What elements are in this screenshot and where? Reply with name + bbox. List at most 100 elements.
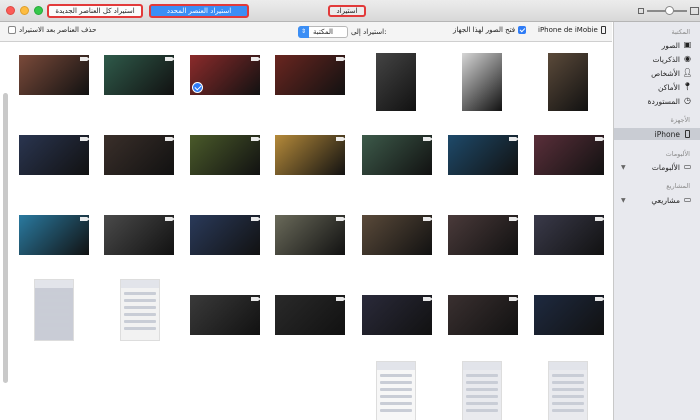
zoom-out-icon bbox=[638, 8, 644, 14]
screenshot-line bbox=[38, 313, 70, 316]
video-thumbnail[interactable] bbox=[104, 215, 174, 255]
delete-after-import-checkbox[interactable] bbox=[8, 26, 16, 34]
video-thumbnail[interactable] bbox=[275, 215, 345, 255]
places-icon: 📍︎ bbox=[682, 82, 693, 91]
screenshot-line bbox=[38, 327, 70, 330]
video-thumbnail[interactable] bbox=[190, 55, 260, 95]
screenshot-thumbnail[interactable] bbox=[376, 361, 416, 420]
sidebar-item-photos[interactable]: الصور ▣ bbox=[614, 39, 700, 51]
video-camera-icon bbox=[251, 137, 260, 141]
video-thumbnail[interactable] bbox=[448, 135, 518, 175]
sidebar-item-memories[interactable]: الذكريات ◉ bbox=[614, 53, 700, 65]
photo-thumbnail[interactable] bbox=[462, 53, 502, 111]
vertical-scrollbar[interactable] bbox=[3, 93, 8, 383]
screenshot-line bbox=[38, 299, 70, 302]
projects-heading: المشاريع bbox=[666, 182, 690, 190]
thumbnail-grid bbox=[0, 43, 612, 420]
video-thumbnail[interactable] bbox=[190, 135, 260, 175]
thumbnail-zoom-slider[interactable] bbox=[638, 6, 699, 15]
video-camera-icon bbox=[165, 57, 174, 61]
sidebar-item-iphone[interactable]: iPhone bbox=[614, 128, 700, 140]
video-thumbnail[interactable] bbox=[104, 55, 174, 95]
video-thumbnail[interactable] bbox=[362, 295, 432, 335]
folder-icon: ▭ bbox=[683, 162, 692, 171]
sidebar-item-label: الذكريات bbox=[652, 54, 680, 64]
import-selected-button[interactable]: استيراد العنصر المحدد bbox=[149, 4, 249, 18]
video-camera-icon bbox=[423, 297, 432, 301]
photo-thumbnail[interactable] bbox=[548, 53, 588, 111]
video-camera-icon bbox=[165, 137, 174, 141]
screenshot-header bbox=[35, 280, 73, 288]
screenshot-line bbox=[124, 320, 156, 323]
screenshot-line bbox=[124, 299, 156, 302]
video-camera-icon bbox=[336, 137, 345, 141]
video-camera-icon bbox=[423, 137, 432, 141]
video-camera-icon bbox=[336, 57, 345, 61]
video-thumbnail[interactable] bbox=[275, 55, 345, 95]
sidebar-item-places[interactable]: الأماكن 📍︎ bbox=[614, 81, 700, 93]
screenshot-line bbox=[466, 395, 498, 398]
albums-heading: الألبومات bbox=[665, 150, 690, 158]
video-thumbnail[interactable] bbox=[534, 215, 604, 255]
video-thumbnail[interactable] bbox=[362, 135, 432, 175]
screenshot-line bbox=[380, 388, 412, 391]
video-thumbnail[interactable] bbox=[448, 215, 518, 255]
video-camera-icon bbox=[509, 217, 518, 221]
sidebar-item-people[interactable]: الأشخاص 👤︎ bbox=[614, 67, 700, 79]
screenshot-line bbox=[380, 374, 412, 377]
video-thumbnail[interactable] bbox=[190, 295, 260, 335]
open-photos-label: فتح الصور لهذا الجهاز bbox=[453, 26, 516, 34]
zoom-slider-knob[interactable] bbox=[665, 6, 674, 15]
delete-after-import-option[interactable]: حذف العناصر بعد الاستيراد bbox=[8, 26, 96, 34]
open-photos-option[interactable]: فتح الصور لهذا الجهاز bbox=[453, 26, 527, 34]
zoom-window-button[interactable] bbox=[34, 6, 43, 15]
window-title: استيراد bbox=[328, 5, 366, 17]
sidebar-item-albums[interactable]: ▼ الألبومات ▭ bbox=[614, 161, 700, 173]
screenshot-line bbox=[552, 388, 584, 391]
library-heading: المكتبة bbox=[671, 28, 690, 36]
close-window-button[interactable] bbox=[6, 6, 15, 15]
screenshot-line bbox=[466, 402, 498, 405]
screenshot-line bbox=[380, 381, 412, 384]
video-thumbnail[interactable] bbox=[190, 215, 260, 255]
video-thumbnail[interactable] bbox=[19, 55, 89, 95]
video-thumbnail[interactable] bbox=[19, 135, 89, 175]
video-thumbnail[interactable] bbox=[104, 135, 174, 175]
screenshot-line bbox=[38, 306, 70, 309]
window-controls bbox=[6, 6, 43, 15]
video-camera-icon bbox=[80, 217, 89, 221]
screenshot-thumbnail[interactable] bbox=[120, 279, 160, 341]
zoom-slider-track[interactable] bbox=[647, 6, 687, 15]
sidebar-item-label: الأماكن bbox=[658, 82, 680, 92]
video-thumbnail[interactable] bbox=[534, 295, 604, 335]
video-thumbnail[interactable] bbox=[19, 215, 89, 255]
zoom-in-icon bbox=[690, 7, 699, 15]
import-destination-select[interactable]: ⇕ المكتبة bbox=[298, 26, 348, 38]
selected-checkmark-icon bbox=[192, 82, 203, 93]
people-icon: 👤︎ bbox=[682, 68, 693, 77]
screenshot-thumbnail[interactable] bbox=[548, 361, 588, 420]
screenshot-thumbnail[interactable] bbox=[34, 279, 74, 341]
video-thumbnail[interactable] bbox=[362, 215, 432, 255]
photos-icon: ▣ bbox=[683, 40, 692, 49]
title-bar: استيراد كل العناصر الجديدة استيراد العنص… bbox=[0, 0, 700, 22]
video-camera-icon bbox=[595, 137, 604, 141]
photo-thumbnail[interactable] bbox=[376, 53, 416, 111]
screenshot-line bbox=[124, 306, 156, 309]
screenshot-line bbox=[552, 395, 584, 398]
screenshot-line bbox=[552, 402, 584, 405]
video-thumbnail[interactable] bbox=[275, 295, 345, 335]
video-thumbnail[interactable] bbox=[534, 135, 604, 175]
video-thumbnail[interactable] bbox=[448, 295, 518, 335]
sidebar-item-projects[interactable]: ▼ مشاريعي ▭ bbox=[614, 194, 700, 206]
video-camera-icon bbox=[336, 217, 345, 221]
memories-icon: ◉ bbox=[684, 54, 691, 63]
minimize-window-button[interactable] bbox=[20, 6, 29, 15]
import-all-new-button[interactable]: استيراد كل العناصر الجديدة bbox=[47, 4, 143, 18]
open-photos-checkbox[interactable] bbox=[518, 26, 527, 34]
screenshot-thumbnail[interactable] bbox=[462, 361, 502, 420]
disclosure-triangle-icon[interactable]: ▼ bbox=[621, 197, 626, 204]
sidebar-item-imports[interactable]: المستوردة ◷ bbox=[614, 95, 700, 107]
video-thumbnail[interactable] bbox=[275, 135, 345, 175]
disclosure-triangle-icon[interactable]: ▼ bbox=[621, 164, 626, 171]
